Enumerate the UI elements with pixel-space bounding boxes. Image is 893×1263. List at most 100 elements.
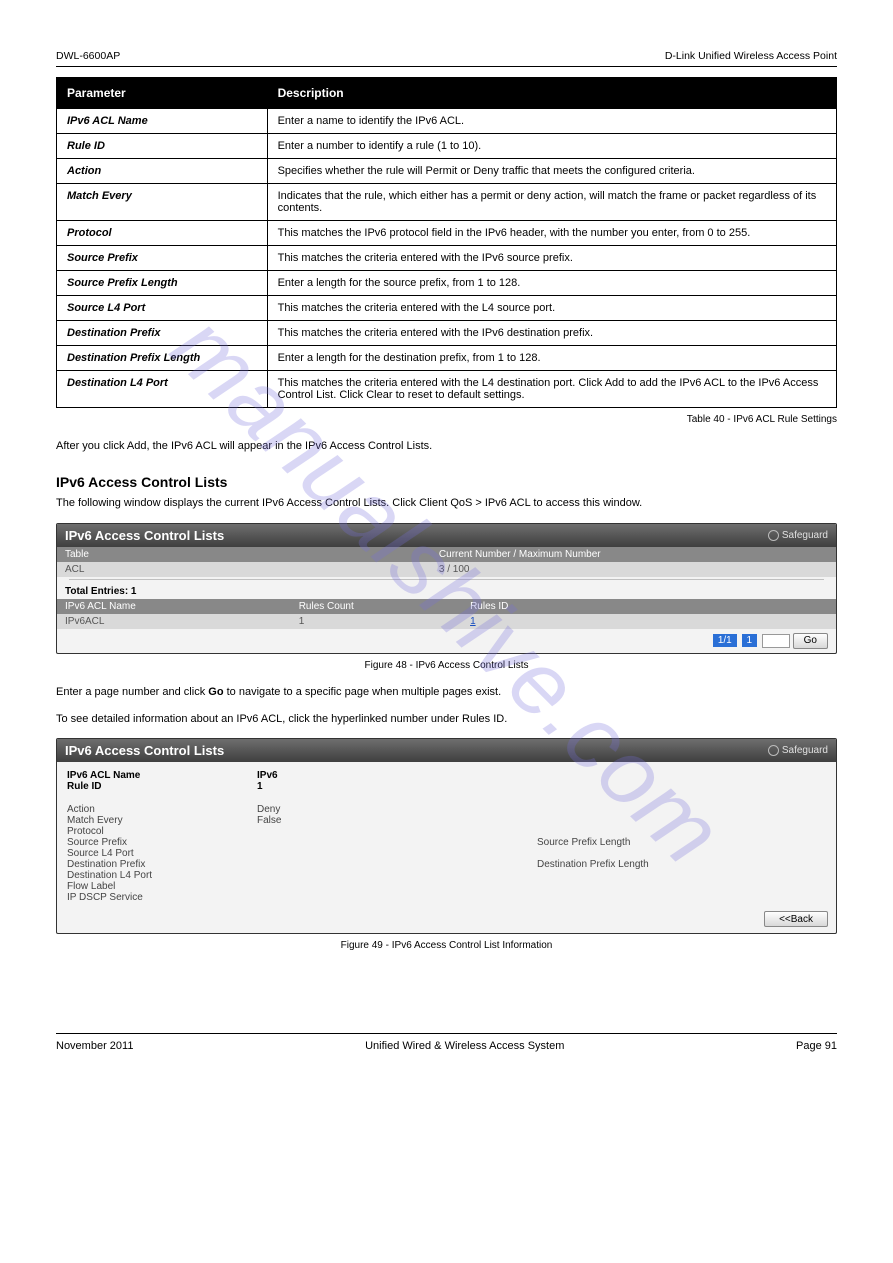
detail-cell (257, 837, 537, 848)
detail-cell: Destination Prefix Length (537, 859, 717, 870)
detail-cell: IPv6 ACL Name (67, 770, 257, 781)
acl-list-table: IPv6 ACL Name Rules Count Rules ID IPv6A… (57, 599, 836, 629)
param-name: Action (57, 159, 268, 184)
total-entries: Total Entries: 1 (57, 582, 836, 599)
separator (69, 579, 824, 580)
detail-cell (717, 870, 826, 881)
header-right: D-Link Unified Wireless Access Point (665, 50, 837, 62)
detail-cell: Match Every (67, 815, 257, 826)
detail-cell (717, 859, 826, 870)
table-row: ActionSpecifies whether the rule will Pe… (57, 159, 837, 184)
list-item: IPv6 ACL NameIPv6 (67, 770, 826, 781)
back-button[interactable]: <<Back (764, 911, 828, 927)
detail-cell (717, 892, 826, 903)
figure49-caption: Figure 49 - IPv6 Access Control List Inf… (56, 940, 837, 951)
detail-cell (257, 859, 537, 870)
detail-cell (717, 848, 826, 859)
detail-cell: Protocol (67, 826, 257, 837)
detail-cell: False (257, 815, 537, 826)
detail-cell: Action (67, 804, 257, 815)
table-row: IPv6 ACL NameEnter a name to identify th… (57, 109, 837, 134)
param-desc: Specifies whether the rule will Permit o… (267, 159, 836, 184)
detail-cell (257, 848, 537, 859)
detail-cell (537, 826, 717, 837)
param-desc: Enter a name to identify the IPv6 ACL. (267, 109, 836, 134)
figure48-caption: Figure 48 - IPv6 Access Control Lists (56, 660, 837, 671)
table-row: Match EveryIndicates that the rule, whic… (57, 184, 837, 221)
summary-col1: Table (57, 547, 431, 562)
footer-right: Page 91 (796, 1040, 837, 1052)
param-desc: Enter a length for the destination prefi… (267, 346, 836, 371)
table-row: Source L4 PortThis matches the criteria … (57, 296, 837, 321)
detail-cell (537, 881, 717, 892)
detail-cell (257, 826, 537, 837)
paragraph-go: Enter a page number and click Go to navi… (56, 685, 837, 700)
panel2-title: IPv6 Access Control Lists (65, 743, 224, 758)
list-item: Protocol (67, 826, 826, 837)
summary-cell1: ACL (57, 562, 431, 577)
list-item: ActionDeny (67, 804, 826, 815)
panel2-title-bar: IPv6 Access Control Lists Safeguard (57, 739, 836, 762)
panel-title-bar: IPv6 Access Control Lists Safeguard (57, 524, 836, 547)
detail-grid: IPv6 ACL NameIPv6Rule ID1 ActionDenyMatch… (57, 762, 836, 907)
list-col3: Rules ID (462, 599, 836, 614)
table-row: Destination L4 PortThis matches the crit… (57, 371, 837, 408)
summary-col2: Current Number / Maximum Number (431, 547, 836, 562)
list-item: Destination L4 Port (67, 870, 826, 881)
summary-cell2: 3 / 100 (431, 562, 836, 577)
detail-cell (717, 881, 826, 892)
detail-cell: IP DSCP Service (67, 892, 257, 903)
detail-cell: Source Prefix Length (537, 837, 717, 848)
pager-go-button[interactable]: Go (793, 633, 828, 649)
param-desc: This matches the criteria entered with t… (267, 321, 836, 346)
table-row: Rule IDEnter a number to identify a rule… (57, 134, 837, 159)
param-name: Protocol (57, 221, 268, 246)
nav-path-content: The following window displays the curren… (56, 497, 642, 509)
param-name: Source Prefix (57, 246, 268, 271)
table-row: Destination Prefix LengthEnter a length … (57, 346, 837, 371)
detail-cell (537, 804, 717, 815)
pager-current: 1 (742, 634, 758, 647)
bottom-rule (56, 1033, 837, 1034)
detail-cell (717, 826, 826, 837)
col-header-parameter: Parameter (57, 78, 268, 109)
list-item: Match EveryFalse (67, 815, 826, 826)
table-row: ProtocolThis matches the IPv6 protocol f… (57, 221, 837, 246)
table-caption: Table 40 - IPv6 ACL Rule Settings (56, 414, 837, 425)
detail-cell (257, 881, 537, 892)
rules-id-link[interactable]: 1 (470, 616, 476, 627)
figure48-panel: IPv6 Access Control Lists Safeguard Tabl… (56, 523, 837, 654)
detail-cell (717, 804, 826, 815)
list-item: Destination PrefixDestination Prefix Len… (67, 859, 826, 870)
detail-cell (717, 837, 826, 848)
detail-cell: 1 (257, 781, 537, 792)
nav-path-text: The following window displays the curren… (56, 496, 837, 511)
param-desc: Enter a length for the source prefix, fr… (267, 271, 836, 296)
pager-input[interactable] (762, 634, 790, 648)
detail-cell: Flow Label (67, 881, 257, 892)
param-name: Destination L4 Port (57, 371, 268, 408)
list-col1: IPv6 ACL Name (57, 599, 291, 614)
param-desc: Indicates that the rule, which either ha… (267, 184, 836, 221)
detail-cell (537, 815, 717, 826)
figure49-panel: IPv6 Access Control Lists Safeguard IPv6… (56, 738, 837, 934)
detail-cell (537, 892, 717, 903)
param-name: Destination Prefix Length (57, 346, 268, 371)
parameter-table: Parameter Description IPv6 ACL NameEnter… (56, 77, 837, 408)
param-name: Source Prefix Length (57, 271, 268, 296)
acl-summary-table: Table Current Number / Maximum Number AC… (57, 547, 836, 577)
param-desc: This matches the IPv6 protocol field in … (267, 221, 836, 246)
detail-cell: Destination L4 Port (67, 870, 257, 881)
list-cell1: IPv6ACL (57, 614, 291, 629)
detail-cell (537, 781, 717, 792)
list-item: Source PrefixSource Prefix Length (67, 837, 826, 848)
detail-cell (717, 770, 826, 781)
detail-cell: IPv6 (257, 770, 537, 781)
detail-cell (717, 781, 826, 792)
param-name: Source L4 Port (57, 296, 268, 321)
detail-cell (717, 815, 826, 826)
list-item: Flow Label (67, 881, 826, 892)
table-row: Source Prefix LengthEnter a length for t… (57, 271, 837, 296)
list-item: Rule ID1 (67, 781, 826, 792)
param-desc: This matches the criteria entered with t… (267, 246, 836, 271)
